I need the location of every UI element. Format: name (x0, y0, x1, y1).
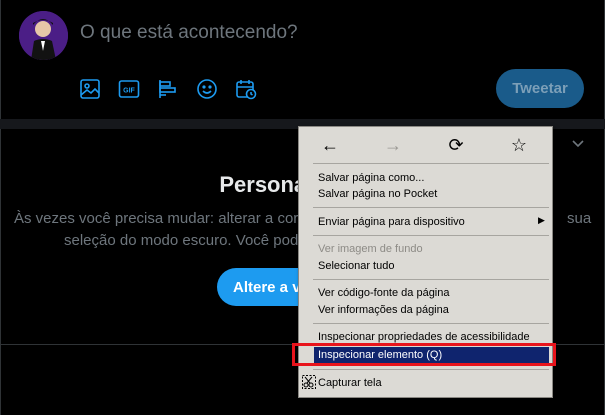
compose-input[interactable]: O que está acontecendo? (80, 22, 298, 44)
card-text-line1: Às vezes você precisa mudar: alterar a c… (14, 210, 302, 227)
menu-item-send-to-device[interactable]: Enviar página para dispositivo (318, 214, 465, 230)
menu-item-save-page[interactable]: Salvar página como... (318, 170, 424, 186)
menu-item-page-info[interactable]: Ver informações da página (318, 302, 449, 318)
bookmark-star-icon[interactable]: ☆ (504, 133, 534, 157)
menu-separator (313, 279, 549, 280)
menu-separator (313, 207, 549, 208)
menu-item-view-source[interactable]: Ver código-fonte da página (318, 285, 450, 301)
submenu-arrow-icon: ▶ (538, 215, 545, 225)
scissors-icon (302, 375, 316, 389)
schedule-icon[interactable] (235, 78, 257, 100)
left-border (0, 0, 1, 415)
image-icon[interactable] (79, 78, 101, 100)
menu-separator (313, 235, 549, 236)
chevron-down-icon[interactable] (571, 136, 585, 152)
back-icon[interactable]: ← (315, 133, 345, 157)
poll-icon[interactable] (157, 78, 179, 100)
menu-item-view-background[interactable]: Ver imagem de fundo (318, 241, 423, 257)
gif-icon[interactable]: GIF (118, 78, 140, 100)
menu-separator (313, 369, 549, 370)
menu-separator (313, 323, 549, 324)
forward-icon[interactable]: → (378, 133, 408, 157)
menu-item-select-all[interactable]: Selecionar tudo (318, 258, 394, 274)
reload-icon[interactable]: ⟳ (441, 133, 471, 157)
svg-text:GIF: GIF (123, 88, 135, 95)
avatar[interactable] (19, 11, 68, 60)
menu-item-screenshot[interactable]: Capturar tela (318, 375, 382, 391)
menu-item-save-pocket[interactable]: Salvar página no Pocket (318, 186, 437, 202)
emoji-icon[interactable] (196, 78, 218, 100)
menu-separator (313, 163, 549, 164)
tweet-button[interactable]: Tweetar (496, 69, 584, 108)
app-frame: O que está acontecendo? GIF Tweetar Pers (0, 0, 605, 415)
card-text-line2: seleção do modo escuro. Você pode (64, 232, 307, 249)
card-text-line1-end: sua (567, 210, 592, 227)
annotation-highlight-box (292, 343, 556, 366)
